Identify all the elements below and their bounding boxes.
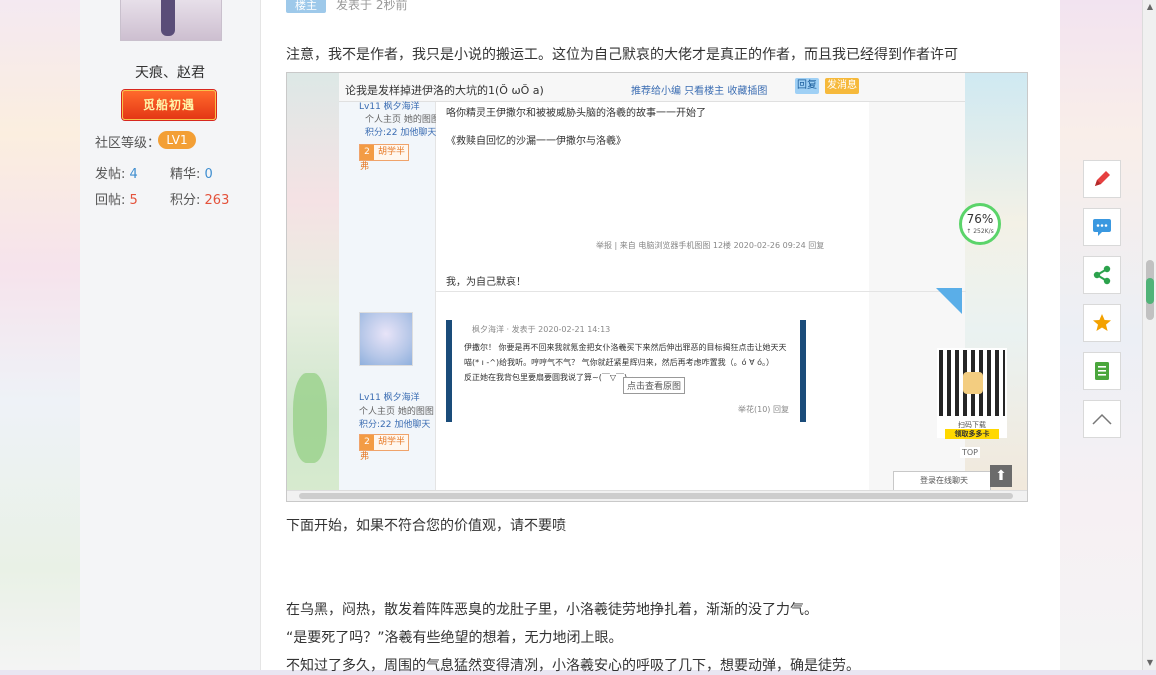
post-text-1: 注意，我不是作者，我只是小说的搬运工。这位为自己默哀的大佬才是真正的作者，而且我… (286, 47, 958, 63)
stat-posts-label: 发帖: (95, 167, 126, 182)
post-meta: 发表于 2秒前 (336, 0, 408, 12)
level-badge[interactable]: LV1 (158, 131, 196, 149)
screenshot-chat-box: 登录在线聊天 (893, 471, 991, 491)
scroll-down-arrow-icon[interactable]: ▼ (1143, 656, 1156, 670)
screenshot-quote-line1: 伊撒尔！ 你要是再不回来我就氪金把女仆洛羲买下来然后伸出罪恶的目标揭狂点击让她天… (464, 343, 787, 352)
screenshot-post-content: 咯你精灵王伊撒尔和被被威胁头脑的洛羲的故事一一开始了 《救赎自回忆的沙漏一一伊撒… (436, 102, 966, 501)
medal-badge[interactable]: 觅船初遇 (122, 90, 216, 120)
document-icon (1095, 362, 1109, 380)
screenshot-quote-box: 枫夕海洋 · 发表于 2020-02-21 14:13 伊撒尔！ 你要是再不回来… (446, 320, 806, 422)
screenshot-user-column: Lv11 枫夕海洋 个人主页 她的图图 积分:22 加他聊天 胡学半弗 Lv11… (339, 102, 440, 501)
screenshot-quote-header: 枫夕海洋 · 发表于 2020-02-21 14:13 (472, 325, 611, 334)
scroll-top-button[interactable] (1083, 400, 1121, 438)
stat-points-value: 263 (204, 193, 230, 208)
scroll-up-arrow-icon[interactable]: ▲ (1143, 0, 1156, 14)
gauge-value: 76% (966, 212, 994, 226)
author-avatar[interactable] (120, 0, 222, 41)
document-button[interactable] (1083, 352, 1121, 390)
screenshot-forum: 论我是发样掉进伊洛的大坑的1(Ŏ ωŎ a) 推荐给小编 只看楼主 收藏插图 回… (339, 73, 966, 501)
screenshot-reply-button: 回复 (795, 78, 819, 94)
screenshot-top-link: TOP (960, 447, 981, 458)
stat-points-label: 积分: (170, 193, 201, 208)
speed-gauge: 76% ↑ 252K/s (959, 203, 1001, 245)
screenshot-user-1-links-b: 积分:22 加他聊天 (365, 128, 437, 138)
scroll-top-icon (1092, 413, 1112, 425)
screenshot-quote-inner: 枫夕海洋 · 发表于 2020-02-21 14:13 伊撒尔！ 你要是再不回来… (452, 320, 800, 422)
screenshot-user-1-links-a: 个人主页 她的图图 (365, 115, 440, 125)
screenshot-user-2-links-b: 积分:22 加他聊天 (359, 420, 431, 430)
screenshot-user-2-links-a: 个人主页 她的图图 (359, 407, 434, 417)
gauge-sub: ↑ 252K/s (966, 228, 994, 235)
screenshot-up-arrow-icon: ⬆ (990, 465, 1012, 487)
author-name[interactable]: 天痕、赵君 (80, 62, 260, 82)
post-text-2: 下面开始，如果不符合您的价值观，请不要喷 (286, 518, 566, 534)
edit-button[interactable] (1083, 160, 1121, 198)
level-label: 社区等级： (95, 136, 161, 151)
edit-icon (1095, 171, 1110, 186)
author-sidebar: 天痕、赵君 觅船初遇 社区等级： LV1 发帖: 4 精华: 0 回帖: 5 积… (80, 0, 261, 670)
screenshot-background-left (287, 73, 339, 501)
screenshot-scroll-thumb (299, 493, 1013, 499)
forum-page: 天痕、赵君 觅船初遇 社区等级： LV1 发帖: 4 精华: 0 回帖: 5 积… (80, 0, 1060, 674)
screenshot-post-separator (436, 291, 966, 292)
share-button[interactable] (1083, 256, 1121, 294)
screenshot-post2-content: 我，为自己默哀！ (446, 277, 526, 288)
screenshot-user-2: Lv11 枫夕海洋 (359, 393, 420, 403)
stat-points: 积分: 263 (170, 189, 229, 208)
screenshot-post1-line1: 咯你精灵王伊撒尔和被被威胁头脑的洛羲的故事一一开始了 (446, 108, 706, 119)
page-vertical-scrollbar[interactable]: ▲ ▼ (1142, 0, 1156, 670)
screenshot-quote-footer: 举花(10) 回复 (738, 405, 789, 414)
post-text-5: 不知过了多久，周围的气息猛然变得清冽，小洛羲安心的呼吸了几下，想要动弹，确是徒劳… (286, 658, 860, 674)
screenshot-tooltip: 点击查看原图 (623, 377, 686, 394)
qr-code-panel: 扫码下载 领取多多卡 (937, 348, 1007, 439)
stat-digest-value[interactable]: 0 (205, 167, 213, 182)
comment-icon (1093, 219, 1111, 236)
stat-digest: 精华: 0 (170, 163, 213, 182)
screenshot-post1-footer: 举报 | 来自 电脑浏览器手机图图 12楼 2020-02-26 09:24 回… (596, 241, 825, 250)
screenshot-thread-links: 推荐给小编 只看楼主 收藏插图 (631, 86, 768, 97)
share-icon (1093, 265, 1111, 285)
post-text-4: “是要死了吗？”洛羲有些绝望的想着，无力地闭上眼。 (286, 630, 623, 646)
stat-digest-label: 精华: (170, 167, 201, 182)
medal-text: 觅船初遇 (142, 98, 195, 112)
post-text-3: 在乌黑，闷热，散发着阵阵恶臭的龙肚子里，小洛羲徒劳地挣扎着，渐渐的没了力气。 (286, 602, 818, 618)
page-scroll-thumb-grip (1146, 278, 1154, 304)
stat-replies-label: 回帖: (95, 193, 126, 208)
stat-replies-value[interactable]: 5 (130, 193, 138, 208)
screenshot-user-2-badge: 胡学半弗 (359, 434, 409, 462)
embedded-screenshot[interactable]: 论我是发样掉进伊洛的大坑的1(Ŏ ωŎ a) 推荐给小编 只看楼主 收藏插图 回… (286, 72, 1028, 502)
screenshot-user-1: Lv11 枫夕海洋 (359, 102, 420, 112)
page-background-left (0, 0, 80, 670)
favorite-icon (1093, 314, 1111, 331)
floor-tag: 楼主 (286, 0, 326, 13)
screenshot-corner-tag (936, 288, 962, 314)
stat-posts: 发帖: 4 (95, 163, 138, 182)
screenshot-quote-line3: 反正她在我背包里要扇要圆我说了算~(￣▽￣)~ (464, 373, 634, 382)
screenshot-horizontal-scrollbar (287, 490, 1027, 501)
screenshot-user-2-avatar (359, 312, 413, 366)
screenshot-thread-title: 论我是发样掉进伊洛的大坑的1(Ŏ ωŎ a) (345, 84, 544, 97)
screenshot-user-1-badge: 胡学半弗 (359, 144, 409, 172)
screenshot-post-button: 发消息 (825, 78, 859, 94)
stat-replies: 回帖: 5 (95, 189, 138, 208)
qr-code-icon (939, 350, 1005, 416)
qr-promo: 领取多多卡 (945, 429, 999, 439)
screenshot-post1-line2: 《救赎自回忆的沙漏一一伊撒尔与洛羲》 (446, 136, 626, 147)
stat-posts-value[interactable]: 4 (130, 167, 138, 182)
favorite-button[interactable] (1083, 304, 1121, 342)
comment-button[interactable] (1083, 208, 1121, 246)
screenshot-quote-line2: 喵(* ı -^)给我听。哼哼气不气？ 气你就赶紧星辉归来，然后再考虑咋置我（。… (464, 358, 775, 367)
